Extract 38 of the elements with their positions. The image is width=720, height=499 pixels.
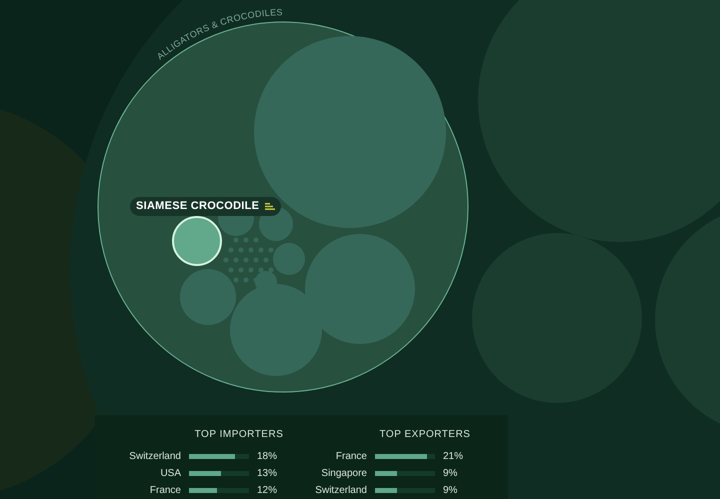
dot[interactable] (238, 268, 244, 272)
dot[interactable] (254, 258, 258, 262)
dot[interactable] (228, 268, 234, 272)
dot[interactable] (264, 258, 268, 262)
bars-icon (265, 202, 276, 210)
table-title: TOP IMPORTERS (194, 428, 284, 442)
country-name: USA (159, 467, 181, 481)
selected-bubble[interactable] (172, 216, 222, 266)
share-value: 13% (257, 467, 278, 481)
dot[interactable] (228, 248, 234, 252)
dot[interactable] (268, 268, 274, 272)
dot[interactable] (224, 258, 228, 262)
dot[interactable] (244, 258, 248, 262)
country-name: Singapore (320, 467, 367, 481)
dot[interactable] (248, 268, 254, 272)
country-name: France (334, 450, 367, 464)
table-title: TOP EXPORTERS (380, 428, 470, 442)
share-value: 18% (257, 450, 278, 464)
dot[interactable] (254, 278, 258, 282)
dot[interactable] (258, 248, 264, 252)
dot[interactable] (234, 258, 238, 262)
country-name: Switzerland (314, 484, 367, 498)
dot[interactable] (268, 248, 274, 252)
share-value: 9% (443, 467, 458, 481)
share-value: 9% (443, 484, 458, 498)
species-name: SIAMESE CROCODILE (136, 199, 260, 214)
dot[interactable] (258, 268, 264, 272)
share-value: 12% (257, 484, 278, 498)
dot[interactable] (244, 278, 248, 282)
dot[interactable] (244, 238, 248, 242)
dot[interactable] (234, 278, 238, 282)
dot[interactable] (234, 238, 238, 242)
country-name: France (148, 484, 181, 498)
share-value: 21% (443, 450, 464, 464)
dot[interactable] (254, 238, 258, 242)
dot[interactable] (238, 248, 244, 252)
country-name: Switzerland (128, 450, 181, 464)
dot[interactable] (248, 248, 254, 252)
